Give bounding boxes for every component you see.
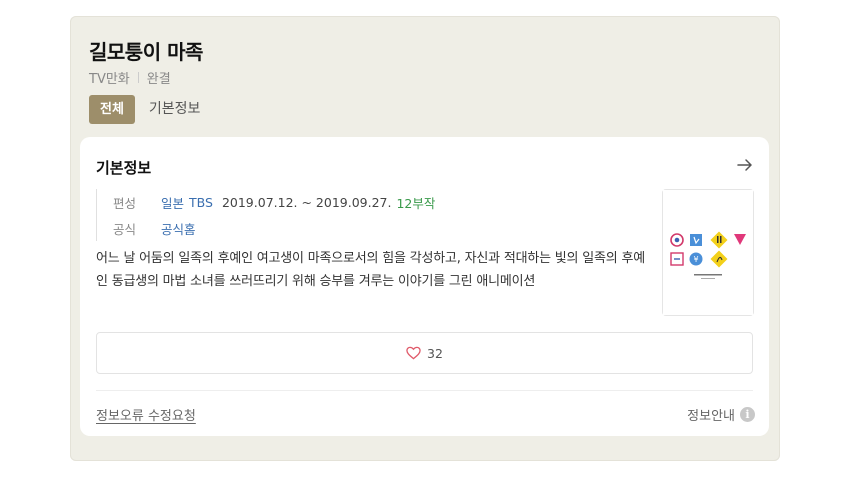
synopsis: 어느 날 어둠의 일족의 후예인 여고생이 마족으로서의 힘을 각성하고, 자신… — [96, 251, 645, 289]
category-label: TV만화 — [89, 72, 130, 87]
poster-artwork: ¥ — [663, 190, 753, 315]
info-guide-label: 정보안내 — [687, 409, 735, 424]
status-label: 완결 — [146, 72, 171, 87]
info-list: 편성 일본 TBS 2019.07.12. ~ 2019.09.27. 12부작… — [96, 189, 435, 241]
official-label: 공식 — [113, 221, 137, 237]
official-row: 공식 공식홈 — [113, 215, 435, 241]
heart-icon — [406, 346, 421, 360]
episode-count: 12부작 — [396, 195, 436, 211]
channel-link[interactable]: TBS — [189, 195, 213, 210]
page-title: 길모퉁이 마족 — [89, 40, 203, 64]
tab-all[interactable]: 전체 — [89, 95, 135, 124]
content-panel: 길모퉁이 마족 TV만화 완결 전체 기본정보 기본정보 편성 일본 TBS 2… — [70, 16, 780, 461]
broadcast-label: 편성 — [113, 195, 137, 211]
meta-line: TV만화 완결 — [89, 68, 171, 87]
tab-bar: 전체 기본정보 — [89, 95, 200, 124]
info-icon: i — [740, 407, 755, 422]
official-site-link[interactable]: 공식홈 — [161, 219, 196, 238]
broadcast-period: 2019.07.12. ~ 2019.09.27. — [221, 194, 392, 210]
broadcast-row: 편성 일본 TBS 2019.07.12. ~ 2019.09.27. 12부작 — [113, 189, 435, 215]
report-error-link[interactable]: 정보오류 수정요청 — [96, 405, 196, 424]
basic-info-card: 기본정보 편성 일본 TBS 2019.07.12. ~ 2019.09.27.… — [80, 137, 769, 436]
country-link[interactable]: 일본 — [161, 193, 184, 212]
like-button[interactable]: 32 — [96, 332, 753, 374]
poster-image[interactable]: ¥ — [662, 189, 754, 316]
svg-text:¥: ¥ — [693, 255, 698, 264]
meta-separator — [137, 72, 139, 83]
card-title[interactable]: 기본정보 — [96, 157, 151, 178]
divider — [96, 390, 753, 391]
arrow-right-icon[interactable] — [735, 155, 755, 175]
like-count: 32 — [427, 345, 443, 361]
info-guide-button[interactable]: 정보안내 i — [687, 405, 755, 424]
tab-basic-info[interactable]: 기본정보 — [149, 95, 201, 124]
